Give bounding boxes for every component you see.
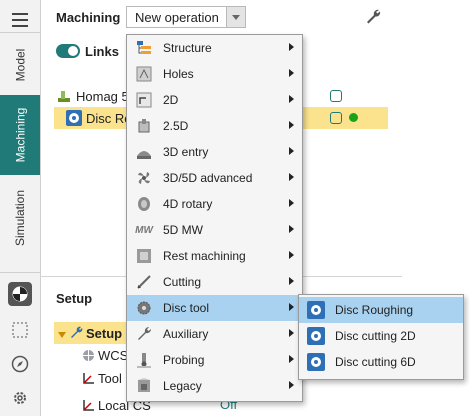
chevron-down-icon[interactable] xyxy=(226,7,245,27)
setup-row[interactable]: Setup xyxy=(58,322,128,344)
selection-box-icon[interactable] xyxy=(8,318,32,342)
cutting-icon xyxy=(135,273,153,291)
disc-tool-submenu: Disc Roughing Disc cutting 2D Disc cutti… xyxy=(298,294,464,380)
chevron-right-icon xyxy=(289,43,294,51)
menu-item-legacy[interactable]: Legacy xyxy=(127,373,302,399)
submenu-item-disc-roughing[interactable]: Disc Roughing xyxy=(299,297,463,323)
disc-tool-icon xyxy=(307,301,325,319)
menu-item-rest-machining[interactable]: Rest machining xyxy=(127,243,302,269)
setup-title: Setup xyxy=(56,291,93,306)
chevron-right-icon xyxy=(289,95,294,103)
probing-icon xyxy=(135,351,153,369)
disc-tool-icon xyxy=(307,327,325,345)
mw-icon: MW xyxy=(135,224,153,236)
wrench-icon[interactable] xyxy=(364,8,384,28)
axes-icon xyxy=(82,372,95,385)
menu-item-5d-mw[interactable]: MW 5D MW xyxy=(127,217,302,243)
menu-item-holes[interactable]: Holes xyxy=(127,61,302,87)
chevron-right-icon xyxy=(289,277,294,285)
disc-tool-icon xyxy=(66,110,82,126)
links-toggle[interactable] xyxy=(56,44,80,58)
chevron-right-icon xyxy=(289,147,294,155)
chevron-right-icon xyxy=(289,329,294,337)
select-value: New operation xyxy=(135,10,219,25)
chevron-right-icon xyxy=(289,69,294,77)
chevron-right-icon xyxy=(289,251,294,259)
menu-item-3d-entry[interactable]: 3D entry xyxy=(127,139,302,165)
2d-icon xyxy=(135,91,153,109)
tree-row-machine[interactable]: Homag 5 xyxy=(56,85,136,107)
menu-item-structure[interactable]: Structure xyxy=(127,35,302,61)
tab-machining[interactable]: Machining xyxy=(0,95,40,175)
rotary-icon xyxy=(135,195,153,213)
setup-row-wcs[interactable]: WCS xyxy=(82,344,132,366)
left-tab-strip: Model Machining Simulation xyxy=(0,0,41,416)
menu-item-auxiliary[interactable]: Auxiliary xyxy=(127,321,302,347)
machine-icon xyxy=(56,88,72,104)
wrench-icon xyxy=(69,326,83,340)
new-operation-menu: Structure Holes 2D 2.5D 3D entry 3D/5D a… xyxy=(126,34,303,402)
menu-item-disc-tool[interactable]: Disc tool xyxy=(127,295,302,321)
chevron-right-icon xyxy=(289,225,294,233)
submenu-item-disc-cutting-6d[interactable]: Disc cutting 6D xyxy=(299,349,463,375)
fan-icon xyxy=(135,169,153,187)
chevron-right-icon xyxy=(289,381,294,389)
hamburger-menu-icon[interactable] xyxy=(8,8,32,32)
rest-icon xyxy=(135,247,153,265)
wrench-icon xyxy=(135,325,153,343)
chevron-right-icon xyxy=(289,355,294,363)
menu-item-2-5d[interactable]: 2.5D xyxy=(127,113,302,139)
chevron-right-icon xyxy=(289,173,294,181)
globe-icon xyxy=(82,349,95,362)
new-operation-select[interactable]: New operation xyxy=(126,6,246,28)
status-box-icon xyxy=(330,112,342,124)
status-box-icon xyxy=(330,90,342,102)
disc-tool-icon xyxy=(135,299,153,317)
links-label: Links xyxy=(85,44,119,59)
target-icon[interactable] xyxy=(8,282,32,306)
chevron-right-icon xyxy=(289,303,294,311)
menu-item-2d[interactable]: 2D xyxy=(127,87,302,113)
tab-model[interactable]: Model xyxy=(0,36,40,94)
axes-icon xyxy=(82,399,95,412)
menu-item-probing[interactable]: Probing xyxy=(127,347,302,373)
chevron-right-icon xyxy=(289,121,294,129)
compass-icon[interactable] xyxy=(8,352,32,376)
3d-entry-icon xyxy=(135,143,153,161)
menu-item-4d-rotary[interactable]: 4D rotary xyxy=(127,191,302,217)
2-5d-icon xyxy=(135,117,153,135)
holes-icon xyxy=(135,65,153,83)
disc-tool-icon xyxy=(307,353,325,371)
menu-item-3d-5d-advanced[interactable]: 3D/5D advanced xyxy=(127,165,302,191)
tab-simulation[interactable]: Simulation xyxy=(0,178,40,258)
submenu-item-disc-cutting-2d[interactable]: Disc cutting 2D xyxy=(299,323,463,349)
legacy-icon xyxy=(135,377,153,395)
chevron-right-icon xyxy=(289,199,294,207)
chevron-down-icon[interactable] xyxy=(58,326,66,341)
structure-icon xyxy=(135,39,153,57)
setup-row-tool[interactable]: Tool xyxy=(82,367,132,389)
gear-icon[interactable] xyxy=(8,386,32,410)
page-title: Machining xyxy=(56,10,121,25)
menu-item-cutting[interactable]: Cutting xyxy=(127,269,302,295)
status-dot-icon xyxy=(349,113,358,122)
